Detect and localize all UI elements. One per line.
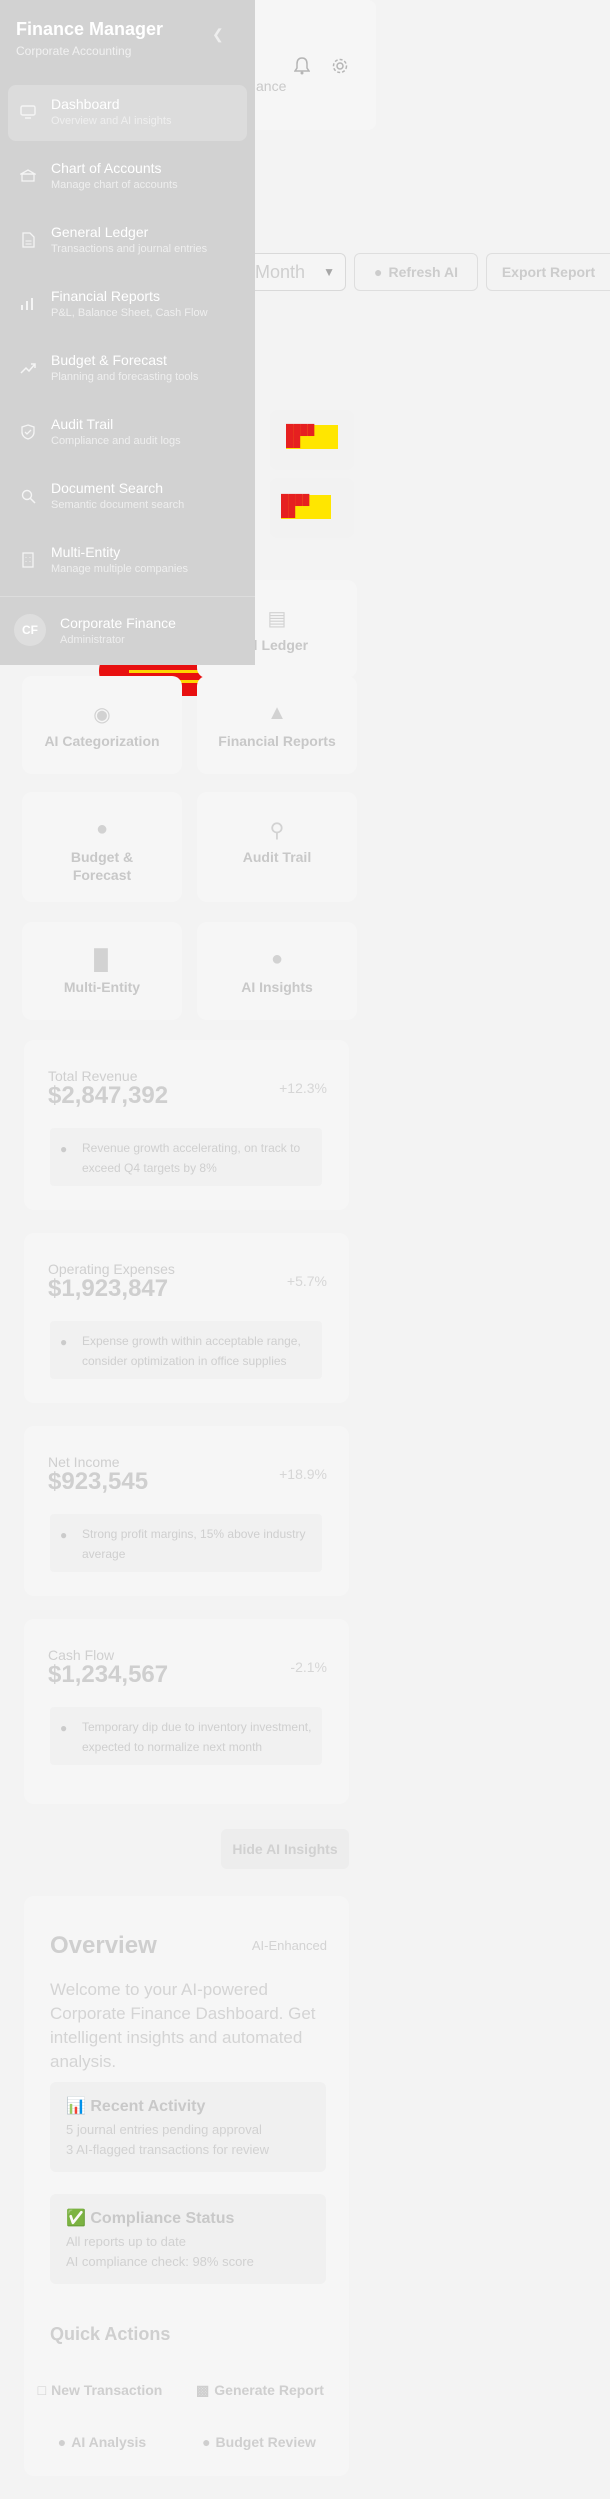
sidebar-item-label: Budget & Forecast [51,352,167,368]
sidebar-item-budget-forecast[interactable]: Budget & Forecast Planning and forecasti… [8,341,247,397]
trend-up-icon [19,359,37,377]
avatar-initials: CF [22,623,38,637]
app-title: Finance Manager [16,19,164,39]
sidebar-item-desc: P&L, Balance Sheet, Cash Flow [51,307,208,319]
sidebar-item-desc: Manage chart of accounts [51,179,178,191]
sidebar-item-desc: Transactions and journal entries [51,243,208,255]
search-icon [19,487,37,505]
sidebar-item-document-search[interactable]: Document Search Semantic document search [8,469,247,525]
sidebar-item-multi-entity[interactable]: Multi-Entity Manage multiple companies [8,533,247,589]
sidebar-item-desc: Overview and AI insights [51,115,172,127]
sidebar-item-desc: Semantic document search [51,499,185,511]
chevron-left-icon[interactable]: ❮ [212,26,224,43]
sidebar-item-general-ledger[interactable]: General Ledger Transactions and journal … [8,213,247,269]
sidebar: Finance Manager Corporate Accounting ❮ D… [0,0,255,665]
bar-chart-icon [19,295,37,313]
user-role: Administrator [60,634,125,646]
sidebar-item-dashboard[interactable]: Dashboard Overview and AI insights [8,85,247,141]
building-icon [19,551,37,569]
sidebar-item-label: Document Search [51,480,164,496]
dashboard-icon [19,103,37,121]
sidebar-item-label: Financial Reports [51,288,160,304]
sidebar-item-desc: Manage multiple companies [51,563,188,575]
user-name: Corporate Finance [60,615,176,631]
sidebar-item-label: General Ledger [51,224,149,240]
sidebar-item-label: Audit Trail [51,416,114,432]
sidebar-item-label: Chart of Accounts [51,160,162,176]
bank-icon [19,167,37,185]
sidebar-item-audit-trail[interactable]: Audit Trail Compliance and audit logs [8,405,247,461]
sidebar-item-label: Dashboard [51,96,120,112]
sidebar-item-desc: Planning and forecasting tools [51,371,199,383]
app-subtitle: Corporate Accounting [16,44,132,58]
shield-icon [19,423,37,441]
sidebar-item-label: Multi-Entity [51,544,121,560]
avatar[interactable]: CF [14,614,46,646]
sidebar-item-chart-of-accounts[interactable]: Chart of Accounts Manage chart of accoun… [8,149,247,205]
document-icon [19,231,37,249]
sidebar-item-financial-reports[interactable]: Financial Reports P&L, Balance Sheet, Ca… [8,277,247,333]
sidebar-divider [0,596,255,597]
sidebar-item-desc: Compliance and audit logs [51,435,181,447]
